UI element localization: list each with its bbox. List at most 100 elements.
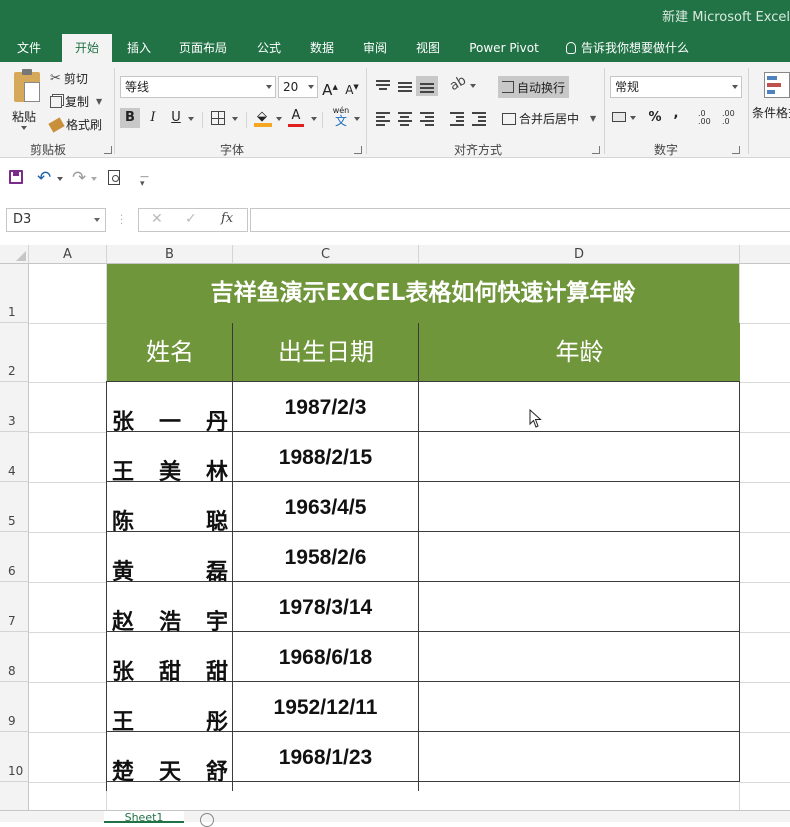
enter-icon[interactable]: ✓	[185, 211, 197, 227]
decrease-indent-icon[interactable]	[450, 112, 464, 126]
name-cell[interactable]: 王美林	[107, 432, 232, 485]
row-header-5[interactable]: 5	[0, 482, 29, 532]
format-painter-button[interactable]: 格式刷	[48, 116, 102, 133]
age-cell[interactable]	[419, 732, 739, 781]
font-size-select[interactable]: 20	[278, 76, 318, 98]
name-box-dropdown-icon[interactable]	[94, 218, 100, 222]
row-header-8[interactable]: 8	[0, 632, 29, 682]
number-launcher-icon[interactable]	[732, 146, 740, 154]
orientation-button[interactable]: ab	[447, 73, 469, 94]
add-sheet-icon[interactable]	[200, 813, 214, 827]
align-center-icon[interactable]	[398, 112, 412, 126]
header-age[interactable]: 年龄	[419, 323, 740, 381]
shrink-font-button[interactable]: A▼	[342, 77, 362, 97]
tab-data[interactable]: 数据	[299, 34, 345, 62]
paste-button[interactable]: 粘贴	[8, 68, 44, 138]
clipboard-launcher-icon[interactable]	[104, 146, 112, 154]
name-cell[interactable]: 赵浩宇	[107, 582, 232, 635]
header-name[interactable]: 姓名	[107, 323, 233, 381]
table-title[interactable]: 吉祥鱼演示EXCEL表格如何快速计算年龄	[107, 264, 739, 323]
header-birthdate[interactable]: 出生日期	[233, 323, 419, 381]
column-header-a[interactable]: A	[29, 245, 107, 264]
grow-font-button[interactable]: A▲	[320, 77, 340, 99]
name-cell[interactable]: 楚天舒	[107, 732, 232, 785]
fill-color-dropdown-icon[interactable]	[276, 117, 282, 121]
birthdate-cell[interactable]: 1987/2/3	[233, 382, 418, 432]
borders-button[interactable]	[211, 111, 225, 125]
name-cell[interactable]: 黄磊	[107, 532, 232, 585]
column-header-e[interactable]	[740, 245, 790, 264]
fill-color-button[interactable]: ⬙	[254, 108, 272, 128]
birthdate-cell[interactable]: 1952/12/11	[233, 682, 418, 732]
font-launcher-icon[interactable]	[354, 146, 362, 154]
tab-page-layout[interactable]: 页面布局	[170, 34, 236, 62]
accounting-format-button[interactable]	[612, 110, 636, 126]
align-middle-icon[interactable]	[398, 80, 412, 92]
worksheet[interactable]: A B C D 1 2 3 4 5 6 7 8 9 10 吉祥鱼演示EXCEL表…	[0, 245, 790, 810]
conditional-format-button[interactable]: 条件格式	[752, 70, 790, 130]
age-cell[interactable]	[419, 382, 739, 431]
undo-icon[interactable]: ↶	[37, 168, 51, 188]
merge-center-button[interactable]: 合并后居中 ▼	[502, 110, 596, 127]
print-preview-icon[interactable]	[108, 170, 120, 185]
row-header-3[interactable]: 3	[0, 382, 29, 432]
age-cell[interactable]	[419, 632, 739, 681]
formula-input[interactable]	[250, 208, 790, 232]
bold-button[interactable]: B	[120, 108, 140, 128]
percent-button[interactable]: %	[645, 108, 665, 128]
orientation-dropdown-icon[interactable]	[470, 84, 476, 88]
column-header-b[interactable]: B	[107, 245, 233, 264]
phonetic-guide-button[interactable]: wén 文	[330, 106, 352, 130]
sheet-tab-sheet1[interactable]: Sheet1	[104, 811, 184, 823]
save-icon[interactable]	[9, 170, 23, 184]
phonetic-dropdown-icon[interactable]	[354, 117, 360, 121]
align-bottom-button[interactable]	[416, 76, 438, 96]
comma-button[interactable]: ,	[666, 104, 686, 124]
tab-file[interactable]: 文件	[6, 34, 52, 62]
row-header-7[interactable]: 7	[0, 582, 29, 632]
undo-dropdown-icon[interactable]	[57, 177, 63, 181]
birthdate-cell[interactable]: 1963/4/5	[233, 482, 418, 532]
birthdate-cell[interactable]: 1968/6/18	[233, 632, 418, 682]
birthdate-cell[interactable]: 1978/3/14	[233, 582, 418, 632]
insert-function-button[interactable]: fx	[221, 211, 233, 226]
font-color-button[interactable]: A	[288, 108, 304, 128]
name-box[interactable]: D3	[6, 208, 106, 232]
tab-home[interactable]: 开始	[62, 34, 112, 62]
tab-power-pivot[interactable]: Power Pivot	[462, 34, 546, 62]
increase-indent-icon[interactable]	[472, 112, 486, 126]
borders-dropdown-icon[interactable]	[232, 117, 238, 121]
name-cell[interactable]: 张一丹	[107, 382, 232, 435]
redo-dropdown-icon[interactable]	[91, 177, 97, 181]
birthdate-cell[interactable]: 1958/2/6	[233, 532, 418, 582]
copy-button[interactable]: 复制 ▼	[50, 93, 102, 110]
row-header-10[interactable]: 10	[0, 732, 29, 782]
tab-view[interactable]: 视图	[405, 34, 451, 62]
row-header-9[interactable]: 9	[0, 682, 29, 732]
age-cell[interactable]	[419, 482, 739, 531]
italic-button[interactable]: I	[143, 108, 163, 128]
customize-qat-icon[interactable]: — ▾	[140, 173, 149, 189]
row-header-6[interactable]: 6	[0, 532, 29, 582]
birthdate-cell[interactable]: 1968/1/23	[233, 732, 418, 782]
underline-dropdown-icon[interactable]	[188, 117, 194, 121]
wrap-text-button[interactable]: 自动换行	[498, 76, 570, 98]
tell-me-search[interactable]: 告诉我你想要做什么	[566, 34, 689, 62]
name-cell[interactable]: 王彤	[107, 682, 232, 735]
alignment-launcher-icon[interactable]	[592, 146, 600, 154]
tab-review[interactable]: 审阅	[352, 34, 398, 62]
align-top-icon[interactable]	[376, 80, 390, 92]
cancel-icon[interactable]: ✕	[151, 211, 163, 227]
increase-decimal-icon[interactable]: .0.00	[698, 110, 711, 126]
age-cell[interactable]	[419, 432, 739, 481]
font-color-dropdown-icon[interactable]	[311, 117, 317, 121]
align-right-icon[interactable]	[420, 112, 434, 126]
align-left-icon[interactable]	[376, 112, 390, 126]
font-name-select[interactable]: 等线	[120, 76, 276, 98]
row-header-4[interactable]: 4	[0, 432, 29, 482]
row-header-1[interactable]: 1	[0, 264, 29, 323]
number-format-select[interactable]: 常规	[610, 76, 742, 98]
age-cell[interactable]	[419, 532, 739, 581]
age-cell[interactable]	[419, 682, 739, 731]
tab-insert[interactable]: 插入	[116, 34, 162, 62]
